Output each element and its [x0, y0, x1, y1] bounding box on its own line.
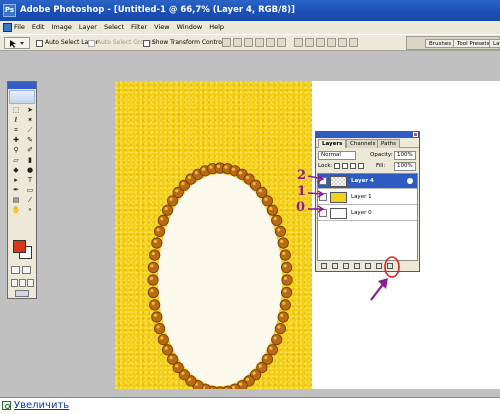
pointer-arrow-shaft [370, 282, 385, 301]
magnifier-icon [2, 401, 11, 410]
screenshot: Ps Adobe Photoshop - [Untitled-1 @ 66,7%… [0, 0, 500, 414]
enlarge-link-text[interactable]: Увеличить [14, 400, 69, 411]
highlight-circle [384, 256, 400, 278]
photoshop-window: Ps Adobe Photoshop - [Untitled-1 @ 66,7%… [0, 0, 500, 398]
annotation-overlay [307, 174, 400, 301]
